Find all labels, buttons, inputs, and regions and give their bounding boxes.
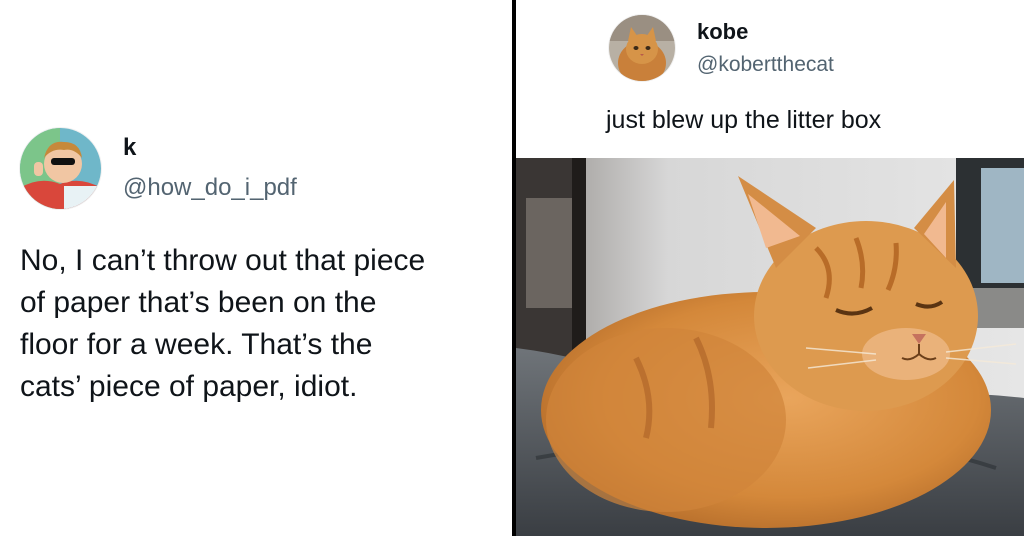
- avatar-kobe[interactable]: [609, 15, 675, 81]
- display-name[interactable]: k: [123, 134, 297, 162]
- handle[interactable]: @kobertthecat: [697, 52, 834, 77]
- display-name[interactable]: kobe: [697, 19, 834, 44]
- tweet-photo[interactable]: [516, 158, 1024, 536]
- orange-cat-photo-icon: [516, 158, 1024, 536]
- cat-profile-photo-icon: [609, 15, 675, 81]
- tweet-text: just blew up the litter box: [606, 106, 882, 134]
- profile-photo-icon: [20, 128, 101, 209]
- tweet-right-header: kobe @kobertthecat: [609, 15, 834, 81]
- avatar-k[interactable]: [20, 128, 101, 209]
- tweet-text: No, I can’t throw out that piece of pape…: [20, 244, 426, 403]
- left-names: k @how_do_i_pdf: [123, 134, 297, 202]
- meme-composite: k @how_do_i_pdf No, I can’t throw out th…: [0, 0, 1024, 536]
- handle[interactable]: @how_do_i_pdf: [123, 174, 297, 203]
- right-names: kobe @kobertthecat: [697, 19, 834, 77]
- tweet-right: kobe @kobertthecat just blew up the litt…: [516, 0, 1024, 536]
- tweet-left: k @how_do_i_pdf No, I can’t throw out th…: [0, 0, 512, 536]
- tweet-left-header: k @how_do_i_pdf: [20, 128, 297, 209]
